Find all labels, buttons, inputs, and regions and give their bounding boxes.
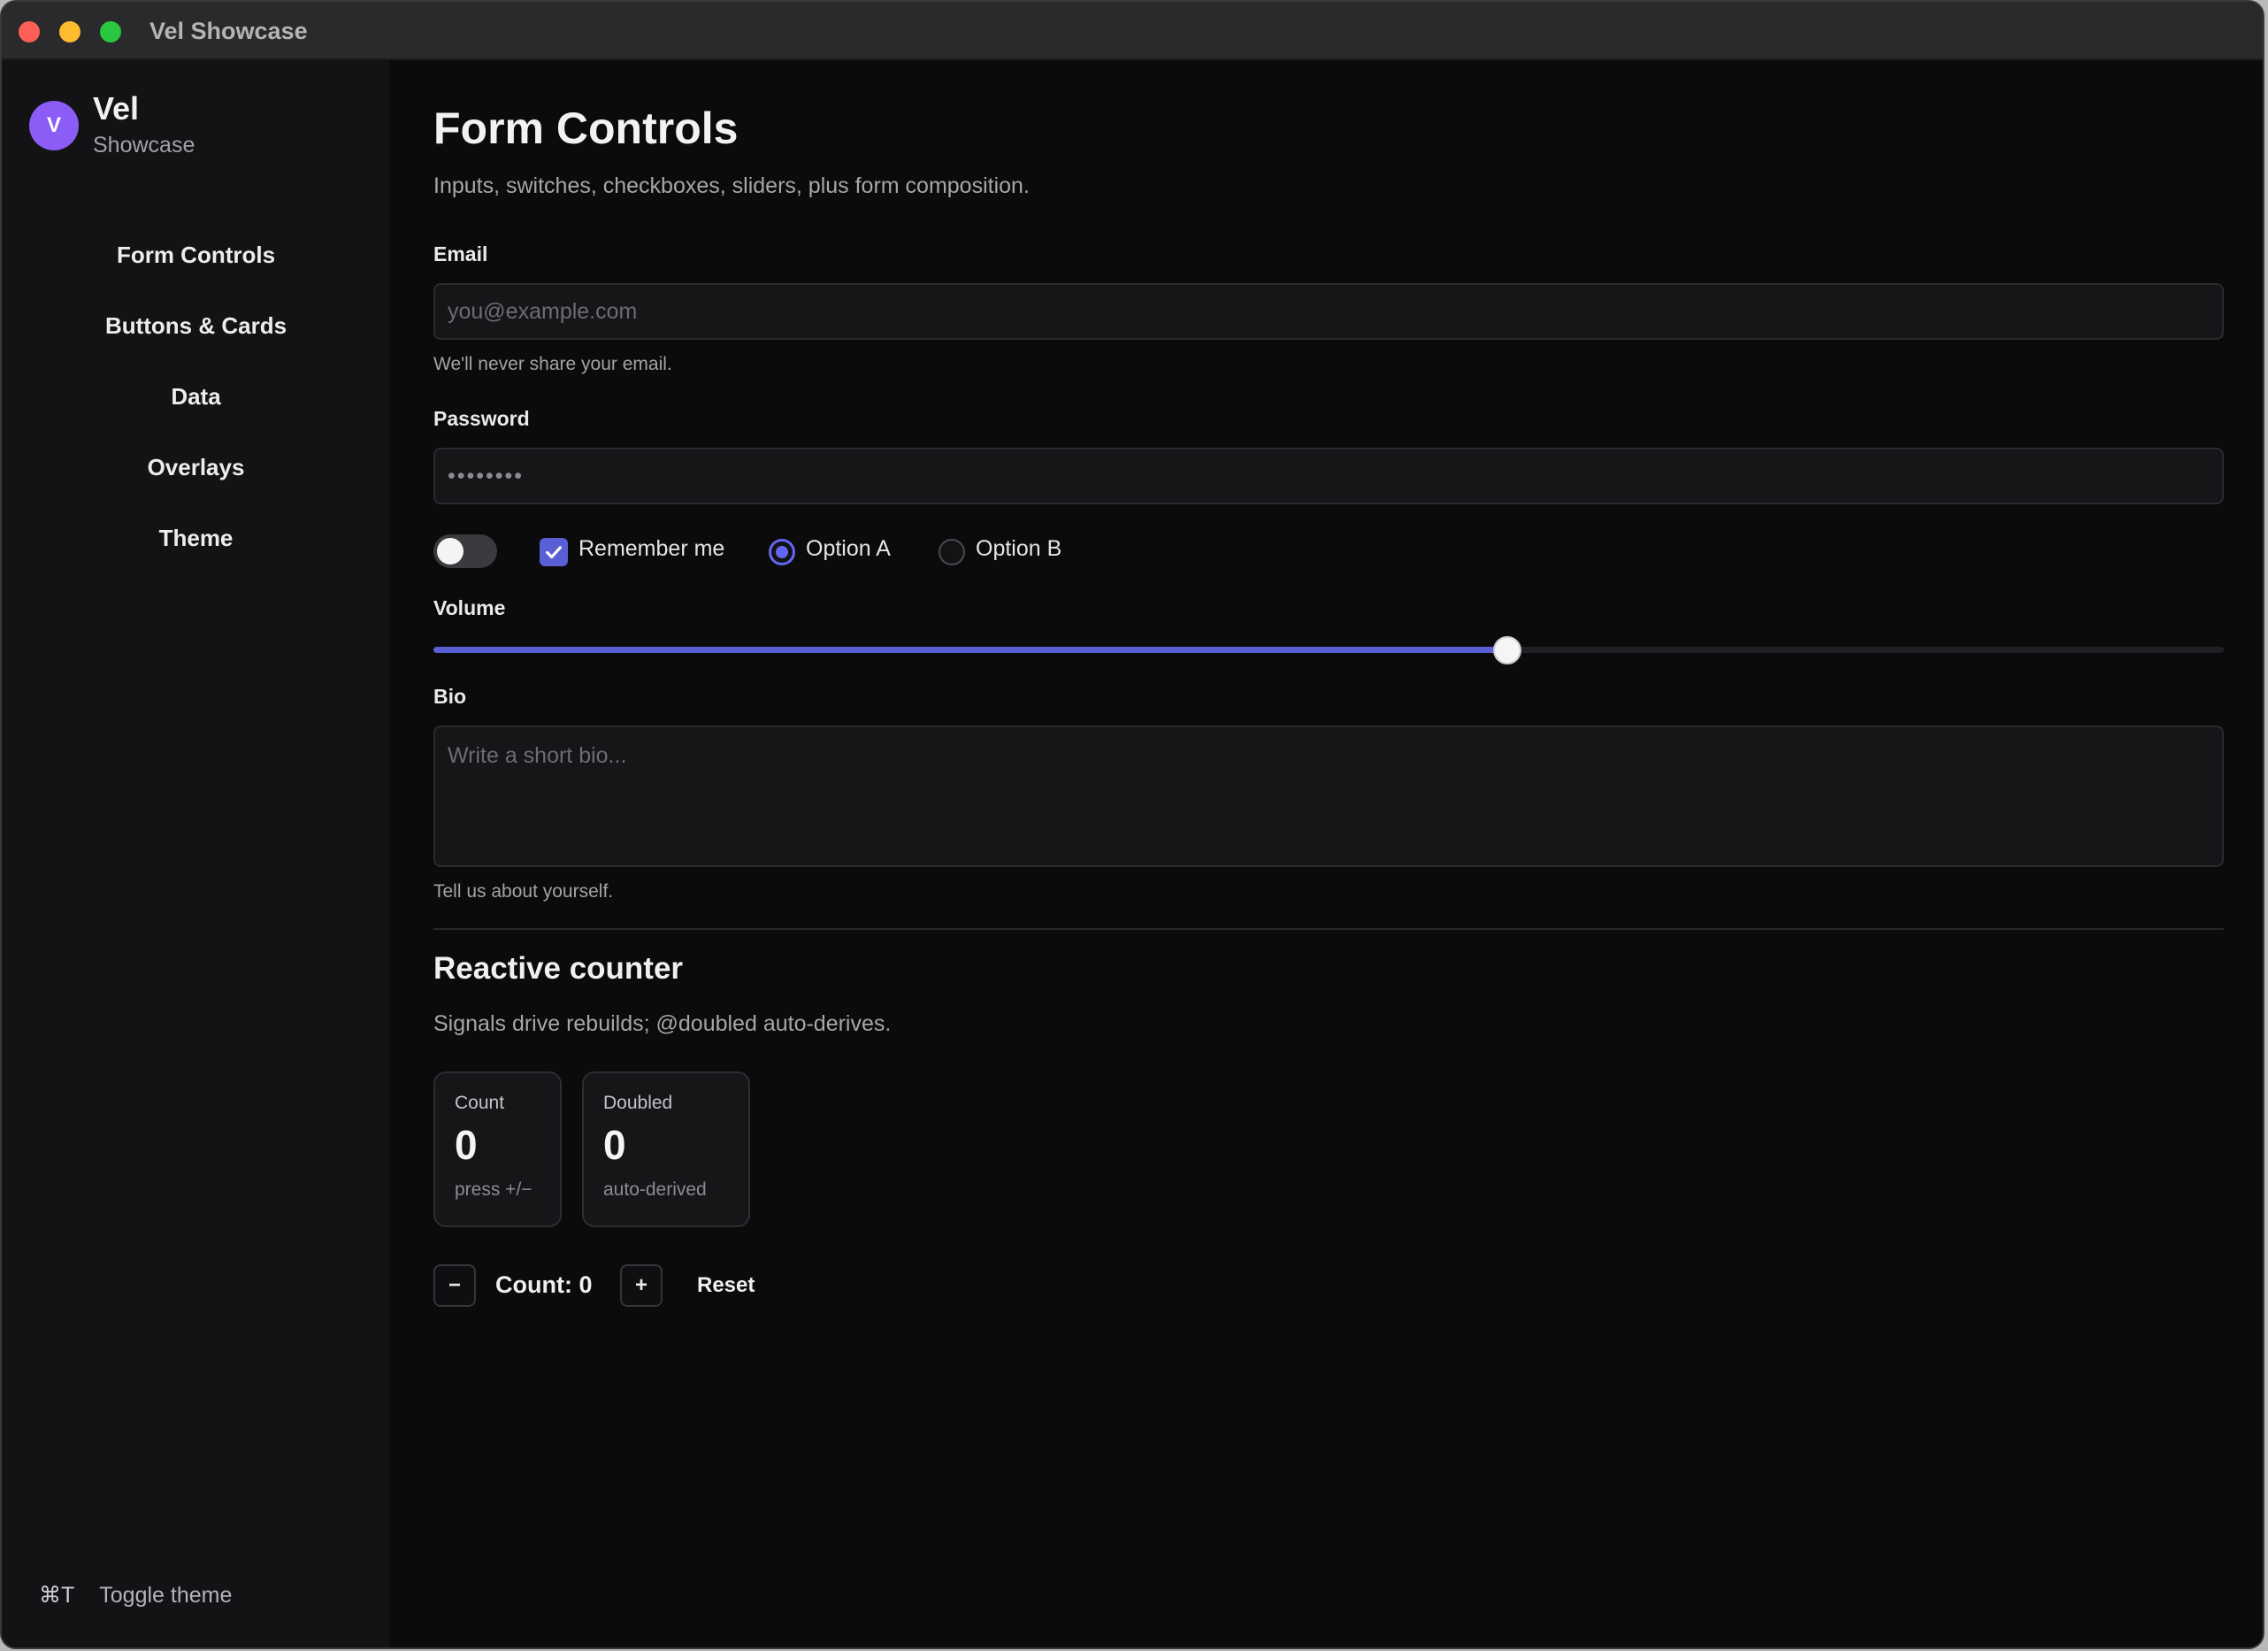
count-readout: Count: 0 xyxy=(495,1271,593,1298)
toggle-theme-label: Toggle theme xyxy=(99,1582,233,1608)
checkmark-icon xyxy=(546,546,562,559)
brand-subtitle: Showcase xyxy=(93,133,195,157)
remember-me-checkbox[interactable] xyxy=(540,538,568,566)
password-label: Password xyxy=(433,407,530,430)
radio-dot xyxy=(776,546,788,558)
stat-label: Doubled xyxy=(603,1093,673,1113)
brand-avatar: V xyxy=(29,101,79,150)
toggles-row: Remember me Option A Option B xyxy=(433,532,1230,571)
app-window: Vel Showcase V Vel Showcase Form Control… xyxy=(0,0,2264,1649)
stat-value: 0 xyxy=(603,1122,626,1168)
sidebar-item-theme[interactable]: Theme xyxy=(2,503,390,573)
close-window-button[interactable] xyxy=(19,21,40,42)
sidebar-nav: Form Controls Buttons & Cards Data Overl… xyxy=(2,219,390,573)
count-stat-card: Count 0 press +/− xyxy=(433,1071,562,1227)
email-label: Email xyxy=(433,242,488,265)
sidebar-item-overlays[interactable]: Overlays xyxy=(2,432,390,503)
sidebar-item-buttons-cards[interactable]: Buttons & Cards xyxy=(2,290,390,361)
email-help-text: We'll never share your email. xyxy=(433,354,672,374)
counter-section-title: Reactive counter xyxy=(433,951,684,986)
radio-option-b-label[interactable]: Option B xyxy=(976,536,1061,562)
email-input[interactable] xyxy=(433,283,2224,340)
page-title: Form Controls xyxy=(433,104,739,153)
bio-help-text: Tell us about yourself. xyxy=(433,881,614,902)
decrement-button[interactable]: − xyxy=(433,1264,476,1307)
remember-me-label[interactable]: Remember me xyxy=(578,536,724,562)
stat-value: 0 xyxy=(455,1122,478,1168)
volume-label: Volume xyxy=(433,596,506,619)
slider-thumb[interactable] xyxy=(1493,636,1522,664)
volume-slider[interactable] xyxy=(433,636,2224,664)
doubled-stat-card: Doubled 0 auto-derived xyxy=(582,1071,750,1227)
brand-name: Vel xyxy=(93,90,140,127)
reset-button[interactable]: Reset xyxy=(697,1273,755,1298)
minimize-window-button[interactable] xyxy=(59,21,80,42)
toggle-switch[interactable] xyxy=(433,534,497,568)
zoom-window-button[interactable] xyxy=(100,21,121,42)
toggle-theme-button[interactable]: ⌘T Toggle theme xyxy=(39,1582,232,1609)
radio-option-a[interactable] xyxy=(769,539,795,565)
stat-hint: auto-derived xyxy=(603,1179,707,1200)
sidebar-item-form-controls[interactable]: Form Controls xyxy=(2,219,390,290)
increment-button[interactable]: + xyxy=(620,1264,663,1307)
bio-textarea[interactable] xyxy=(433,726,2224,867)
stat-label: Count xyxy=(455,1093,505,1113)
shortcut-hint: ⌘T xyxy=(39,1583,75,1608)
radio-option-b[interactable] xyxy=(939,539,965,565)
password-input[interactable] xyxy=(433,448,2224,504)
counter-controls: − Count: 0 + Reset xyxy=(433,1263,964,1309)
section-divider xyxy=(433,928,2224,930)
radio-option-a-label[interactable]: Option A xyxy=(806,536,891,562)
toggle-knob xyxy=(437,538,464,564)
counter-section-subtitle: Signals drive rebuilds; @doubled auto-de… xyxy=(433,1011,892,1036)
title-bar: Vel Showcase xyxy=(2,2,2263,60)
sidebar: V Vel Showcase Form Controls Buttons & C… xyxy=(2,60,390,1647)
page-subtitle: Inputs, switches, checkboxes, sliders, p… xyxy=(433,173,1030,198)
sidebar-item-data[interactable]: Data xyxy=(2,361,390,432)
window-title: Vel Showcase xyxy=(149,18,308,44)
stat-hint: press +/− xyxy=(455,1179,533,1200)
slider-fill xyxy=(433,647,1508,653)
bio-label: Bio xyxy=(433,685,467,708)
